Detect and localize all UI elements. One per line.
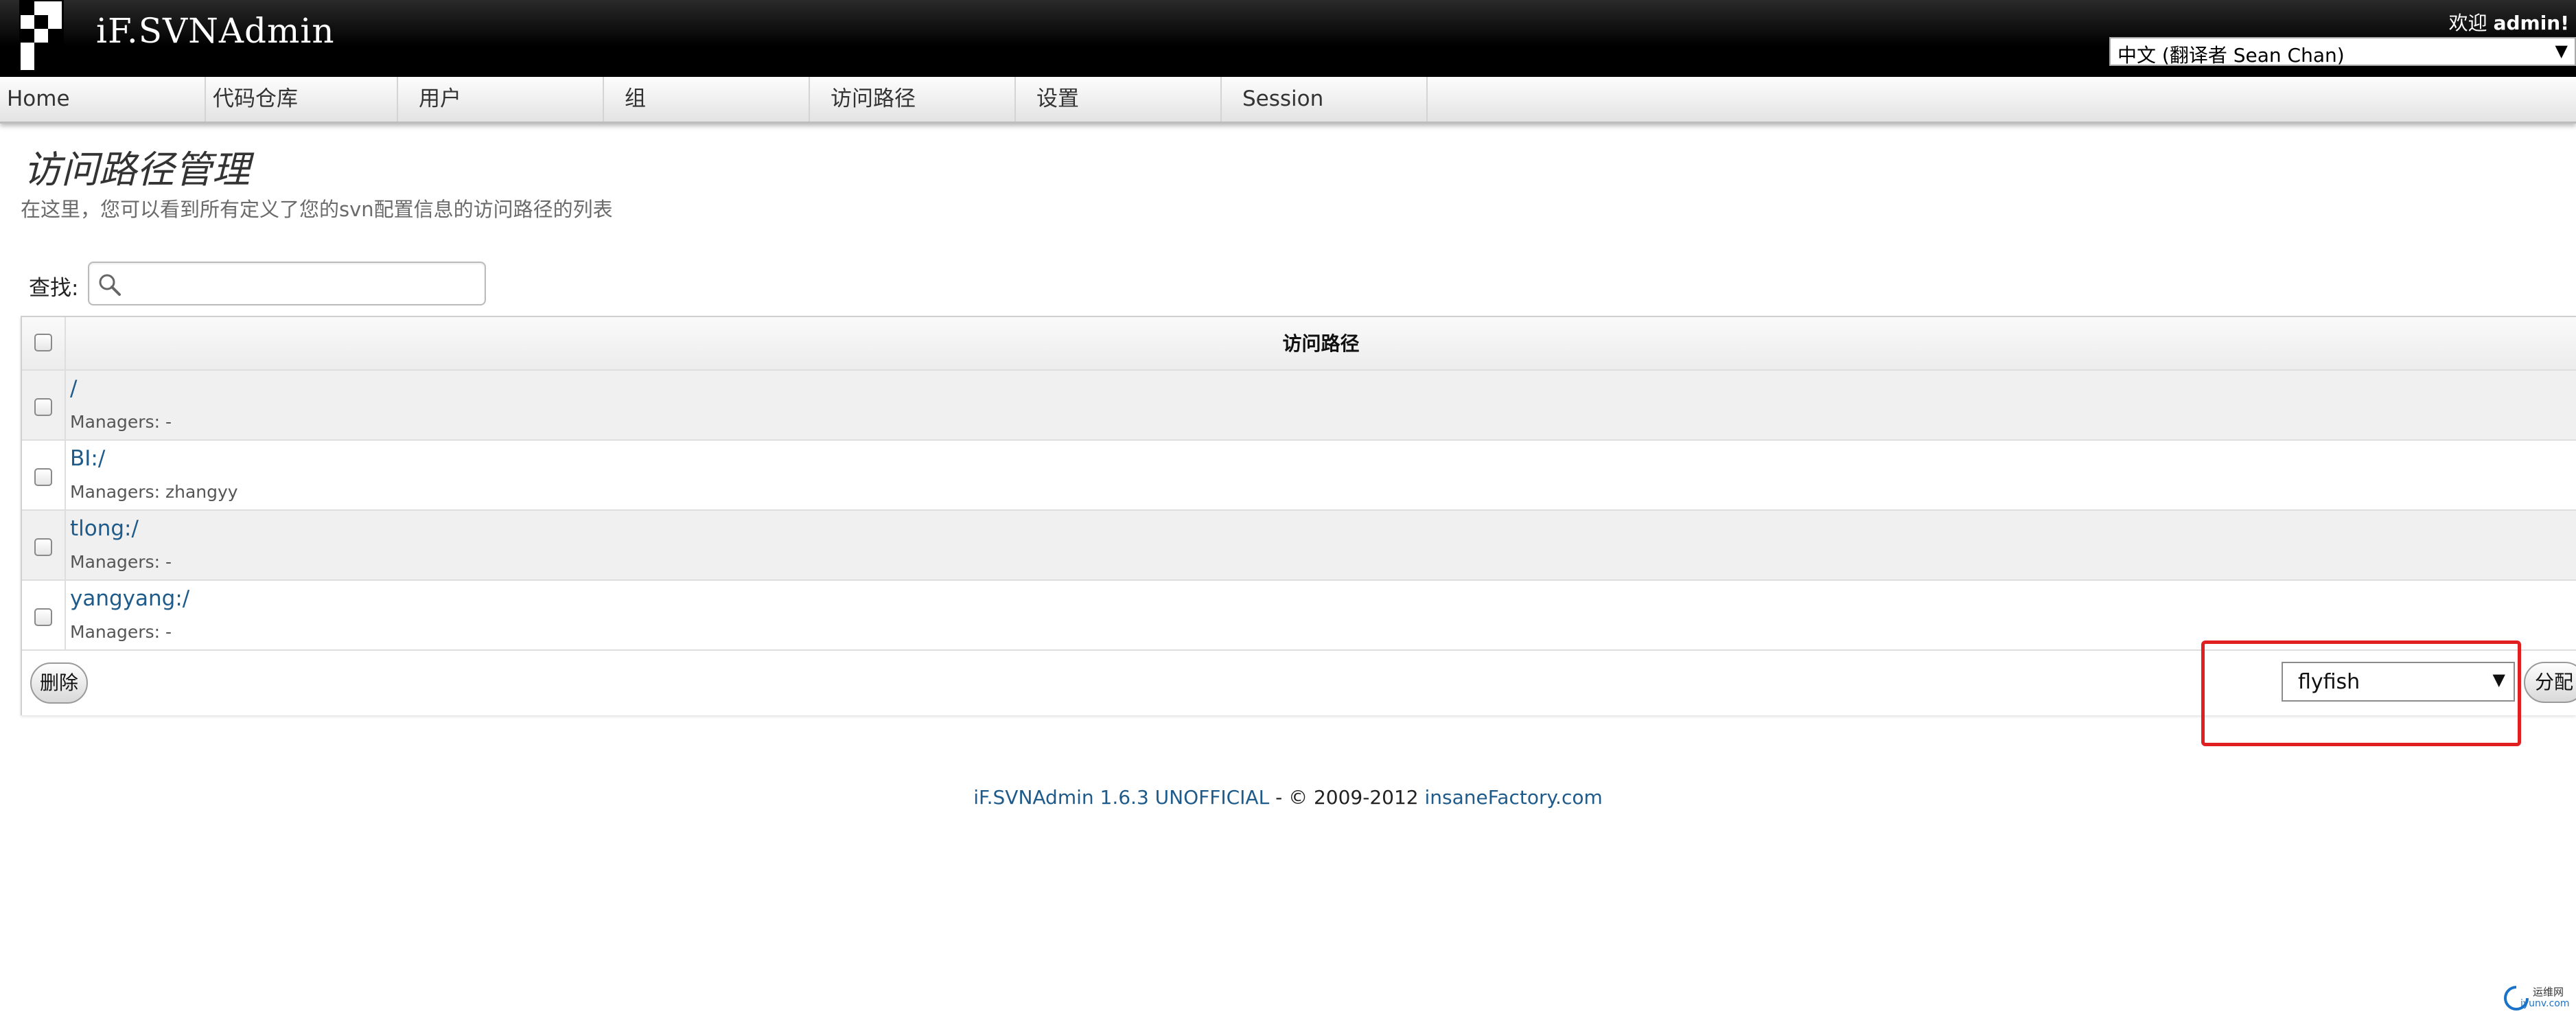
page-title: 访问路径管理 [23, 148, 251, 192]
page-description: 在这里，您可以看到所有定义了您的svn配置信息的访问路径的列表 [21, 198, 613, 221]
dropdown-arrow-icon: ▼ [2555, 41, 2568, 60]
watermark-text: 运维网 [2533, 986, 2564, 998]
table-actions-row: 删除 [22, 651, 2576, 715]
access-path-link[interactable]: / [70, 376, 77, 401]
table-row: yangyang:/ Managers: - [22, 581, 2576, 651]
search-icon [99, 274, 121, 296]
access-path-link[interactable]: yangyang:/ [70, 586, 189, 611]
copyright-text: - © 2009-2012 [1269, 786, 1425, 809]
welcome-text: 欢迎 admin! [2449, 8, 2569, 36]
managers-text: Managers: zhangyy [70, 482, 238, 502]
language-select-value: 中文 (翻译者 Sean Chan) [2117, 44, 2345, 67]
access-path-link[interactable]: BI:/ [70, 446, 105, 471]
row-checkbox-cell [22, 441, 66, 509]
nav-item-repositories[interactable]: 代码仓库 [192, 77, 398, 122]
managers-text: Managers: - [70, 552, 172, 572]
row-checkbox-cell [22, 511, 66, 579]
top-header: iF.SVNAdmin 欢迎 admin! 中文 (翻译者 Sean Chan)… [0, 0, 2576, 77]
column-header-access-path: 访问路径 [1282, 332, 1360, 355]
page-footer: iF.SVNAdmin 1.6.3 UNOFFICIAL - © 2009-20… [0, 786, 2576, 809]
watermark-domain: iyunv.com [2520, 998, 2570, 1009]
row-checkbox[interactable] [34, 398, 52, 416]
search-input[interactable] [88, 262, 486, 305]
table-row: BI:/ Managers: zhangyy [22, 441, 2576, 511]
company-link[interactable]: insaneFactory.com [1425, 786, 1603, 809]
nav-item-home[interactable]: Home [0, 77, 206, 122]
table-row: / Managers: - [22, 371, 2576, 441]
access-path-link[interactable]: tlong:/ [70, 516, 139, 541]
row-checkbox-cell [22, 371, 66, 439]
red-highlight-annotation [2201, 640, 2521, 746]
managers-text: Managers: - [70, 412, 172, 432]
nav-item-users[interactable]: 用户 [398, 77, 604, 122]
table-row: tlong:/ Managers: - [22, 511, 2576, 581]
welcome-username: admin! [2493, 12, 2569, 34]
app-title: iF.SVNAdmin [96, 11, 335, 51]
delete-button[interactable]: 删除 [30, 662, 88, 704]
table-header-row: 访问路径 [22, 317, 2576, 371]
row-checkbox[interactable] [34, 608, 52, 626]
select-all-checkbox[interactable] [34, 334, 52, 351]
assign-button[interactable]: 分配 [2524, 662, 2576, 703]
select-all-cell [22, 317, 66, 369]
access-path-table: 访问路径 / Managers: - BI:/ Managers: zhangy… [21, 316, 2576, 715]
app-logo-icon [19, 0, 64, 72]
watermark: 运维网 iyunv.com [2503, 983, 2571, 1013]
main-nav: Home 代码仓库 用户 组 访问路径 设置 Session [0, 77, 2576, 124]
product-link[interactable]: iF.SVNAdmin 1.6.3 UNOFFICIAL [973, 786, 1269, 809]
row-checkbox-cell [22, 581, 66, 649]
row-checkbox[interactable] [34, 468, 52, 486]
nav-item-session[interactable]: Session [1222, 77, 1428, 122]
managers-text: Managers: - [70, 622, 172, 642]
welcome-prefix: 欢迎 [2448, 12, 2487, 34]
language-select[interactable]: 中文 (翻译者 Sean Chan) ▼ [2109, 37, 2576, 67]
row-checkbox[interactable] [34, 538, 52, 556]
nav-item-groups[interactable]: 组 [604, 77, 810, 122]
search-label: 查找: [29, 276, 79, 301]
nav-item-access-paths[interactable]: 访问路径 [810, 77, 1016, 122]
nav-item-settings[interactable]: 设置 [1016, 77, 1222, 122]
